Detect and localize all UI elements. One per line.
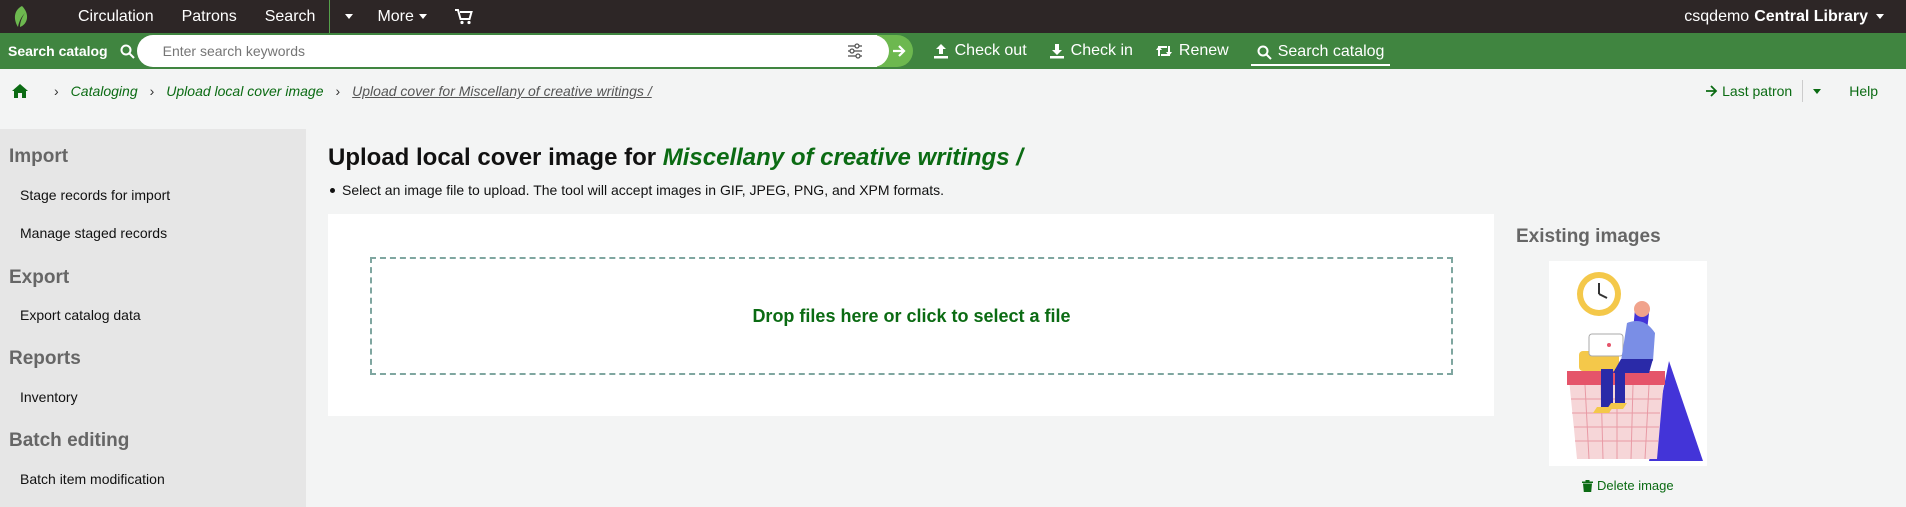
search-dropdown-toggle[interactable] xyxy=(330,0,363,33)
nav-more-label: More xyxy=(377,7,414,25)
delete-image-label: Delete image xyxy=(1597,478,1674,493)
divider xyxy=(1802,80,1804,102)
nav-patrons[interactable]: Patrons xyxy=(168,0,251,33)
quick-check-in[interactable]: Check in xyxy=(1049,33,1133,69)
nav-search[interactable]: Search xyxy=(251,0,330,33)
sidebar-item-batch-item-mod[interactable]: Batch item modification xyxy=(0,471,165,487)
top-navbar: Circulation Patrons Search More csqdemo … xyxy=(0,0,1906,33)
page-title: Upload local cover image for Miscellany … xyxy=(328,144,1023,172)
nav-circulation[interactable]: Circulation xyxy=(56,0,168,33)
search-input-wrapper xyxy=(136,35,877,67)
help-link[interactable]: Help xyxy=(1849,83,1878,99)
retweet-icon xyxy=(1155,46,1172,56)
search-type-selector[interactable]: Search catalog xyxy=(0,33,147,69)
library-name: Central Library xyxy=(1754,7,1868,25)
last-patron-label: Last patron xyxy=(1722,83,1793,99)
search-bar: Search catalog Check out Check in xyxy=(0,33,1906,69)
search-icon xyxy=(120,44,135,59)
existing-images-heading: Existing images xyxy=(1516,226,1661,247)
quick-renew-label: Renew xyxy=(1178,42,1229,59)
trash-icon xyxy=(1582,479,1593,492)
delete-image-link[interactable]: Delete image xyxy=(1582,478,1674,493)
quick-check-out-label: Check out xyxy=(954,42,1027,59)
quick-search-catalog[interactable]: Search catalog xyxy=(1250,40,1391,66)
breadcrumb: › Cataloging › Upload local cover image … xyxy=(0,69,1906,113)
chevron-right-icon: › xyxy=(335,83,341,99)
nav-more[interactable]: More xyxy=(363,0,440,33)
cart-button[interactable] xyxy=(441,0,487,33)
sidebar-item-manage-staged[interactable]: Manage staged records xyxy=(0,225,167,241)
cover-image-illustration xyxy=(1567,272,1703,461)
sidebar-heading-batch-editing: Batch editing xyxy=(9,430,130,451)
upload-instruction: Select an image file to upload. The tool… xyxy=(329,182,945,198)
sidebar-heading-export: Export xyxy=(9,267,70,288)
koha-logo-icon[interactable] xyxy=(10,5,32,29)
user-library-menu[interactable]: csqdemo Central Library xyxy=(1684,8,1884,26)
quick-search-catalog-label: Search catalog xyxy=(1277,43,1385,60)
search-submit-button[interactable] xyxy=(864,35,913,67)
upload-icon xyxy=(933,44,948,59)
download-icon xyxy=(1049,44,1064,59)
search-input[interactable] xyxy=(136,42,845,60)
chevron-right-icon: › xyxy=(149,83,155,99)
breadcrumb-actions: Last patron Help xyxy=(1705,80,1878,102)
sidebar-item-stage-records[interactable]: Stage records for import xyxy=(0,187,170,203)
sidebar-item-inventory[interactable]: Inventory xyxy=(0,389,78,405)
search-type-label: Search catalog xyxy=(8,43,108,59)
caret-down-icon[interactable] xyxy=(1813,88,1822,94)
quick-check-out[interactable]: Check out xyxy=(933,33,1027,69)
file-dropzone[interactable]: Drop files here or click to select a fil… xyxy=(370,257,1453,375)
search-icon xyxy=(1257,45,1272,60)
page-title-prefix: Upload local cover image for xyxy=(328,144,657,171)
cart-icon xyxy=(454,8,473,24)
caret-down-icon xyxy=(418,14,427,19)
user-name: csqdemo xyxy=(1684,7,1750,25)
cover-thumbnail[interactable] xyxy=(1549,261,1707,466)
breadcrumb-upload-local-cover[interactable]: Upload local cover image xyxy=(166,83,323,99)
arrow-right-icon xyxy=(1706,85,1718,97)
arrow-right-icon xyxy=(892,45,906,57)
breadcrumb-current-page[interactable]: Upload cover for Miscellany of creative … xyxy=(352,83,652,99)
dropzone-label: Drop files here or click to select a fil… xyxy=(752,305,1071,326)
chevron-right-icon: › xyxy=(54,83,59,99)
sidebar-heading-import: Import xyxy=(9,146,69,167)
quick-renew[interactable]: Renew xyxy=(1155,33,1229,69)
caret-down-icon xyxy=(345,14,354,19)
record-title-link[interactable]: Miscellany of creative writings / xyxy=(663,144,1023,171)
caret-down-icon xyxy=(1876,14,1884,19)
home-icon[interactable] xyxy=(12,84,28,98)
sidebar: Import Stage records for import Manage s… xyxy=(0,129,306,507)
breadcrumb-cataloging[interactable]: Cataloging xyxy=(71,83,138,99)
quick-check-in-label: Check in xyxy=(1070,42,1133,59)
sliders-icon[interactable] xyxy=(847,43,863,59)
sidebar-item-export-catalog[interactable]: Export catalog data xyxy=(0,307,141,323)
sidebar-heading-reports: Reports xyxy=(9,348,81,369)
last-patron-link[interactable]: Last patron xyxy=(1705,83,1792,99)
upload-panel: Drop files here or click to select a fil… xyxy=(328,214,1494,416)
